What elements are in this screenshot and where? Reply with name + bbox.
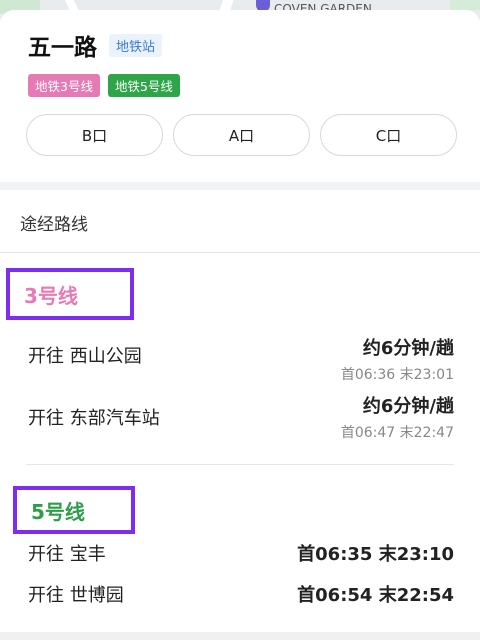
direction-label: 开往 宝丰 <box>28 544 106 565</box>
direction-row[interactable]: 开往 东部汽车站 约6分钟/趟 首06:47 末22:47 <box>28 396 454 441</box>
direction-row[interactable]: 开往 世博园 首06:54 末22:54 <box>28 581 454 607</box>
divider <box>26 464 454 465</box>
line-5-name: 5号线 <box>31 499 85 524</box>
frequency-text: 约6分钟/趟 <box>362 396 454 417</box>
first-last-times: 首06:47 末22:47 <box>340 425 454 441</box>
line-5-title[interactable]: 5号线 <box>13 486 135 534</box>
first-last-times: 首06:54 末22:54 <box>297 585 454 606</box>
station-title-row: 五一路 地铁站 <box>28 28 163 62</box>
first-last-times: 首06:36 末23:01 <box>340 367 454 383</box>
line-tag-5[interactable]: 地铁5号线 <box>107 74 180 97</box>
bottom-edge <box>0 632 480 640</box>
divider <box>0 252 480 253</box>
direction-row[interactable]: 开往 西山公园 约6分钟/趟 首06:36 末23:01 <box>28 336 454 383</box>
direction-row[interactable]: 开往 宝丰 首06:35 末23:10 <box>28 540 454 566</box>
station-info-card: 五一路 地铁站 地铁3号线 地铁5号线 B口 A口 C口 <box>0 10 480 182</box>
line-3-title[interactable]: 3号线 <box>6 268 134 320</box>
direction-label: 开往 西山公园 <box>28 346 142 367</box>
station-type-badge: 地铁站 <box>109 33 163 57</box>
routes-header: 途经路线 <box>20 215 88 235</box>
exit-a-button[interactable]: A口 <box>173 114 310 156</box>
exit-buttons: B口 A口 C口 <box>26 114 457 156</box>
frequency-text: 约6分钟/趟 <box>362 338 454 359</box>
direction-label: 开往 世博园 <box>28 585 124 606</box>
station-line-tags: 地铁3号线 地铁5号线 <box>28 74 180 97</box>
line-tag-3[interactable]: 地铁3号线 <box>28 74 100 97</box>
direction-label: 开往 东部汽车站 <box>28 408 160 429</box>
map-park-area <box>450 0 480 10</box>
first-last-times: 首06:35 末23:10 <box>297 544 454 565</box>
line-3-name: 3号线 <box>24 283 78 308</box>
station-name: 五一路 <box>28 35 97 61</box>
routes-card: 途经路线 3号线 开往 西山公园 约6分钟/趟 首06:36 末23:01 开往… <box>0 190 480 640</box>
exit-b-button[interactable]: B口 <box>26 114 163 156</box>
exit-c-button[interactable]: C口 <box>320 114 457 156</box>
